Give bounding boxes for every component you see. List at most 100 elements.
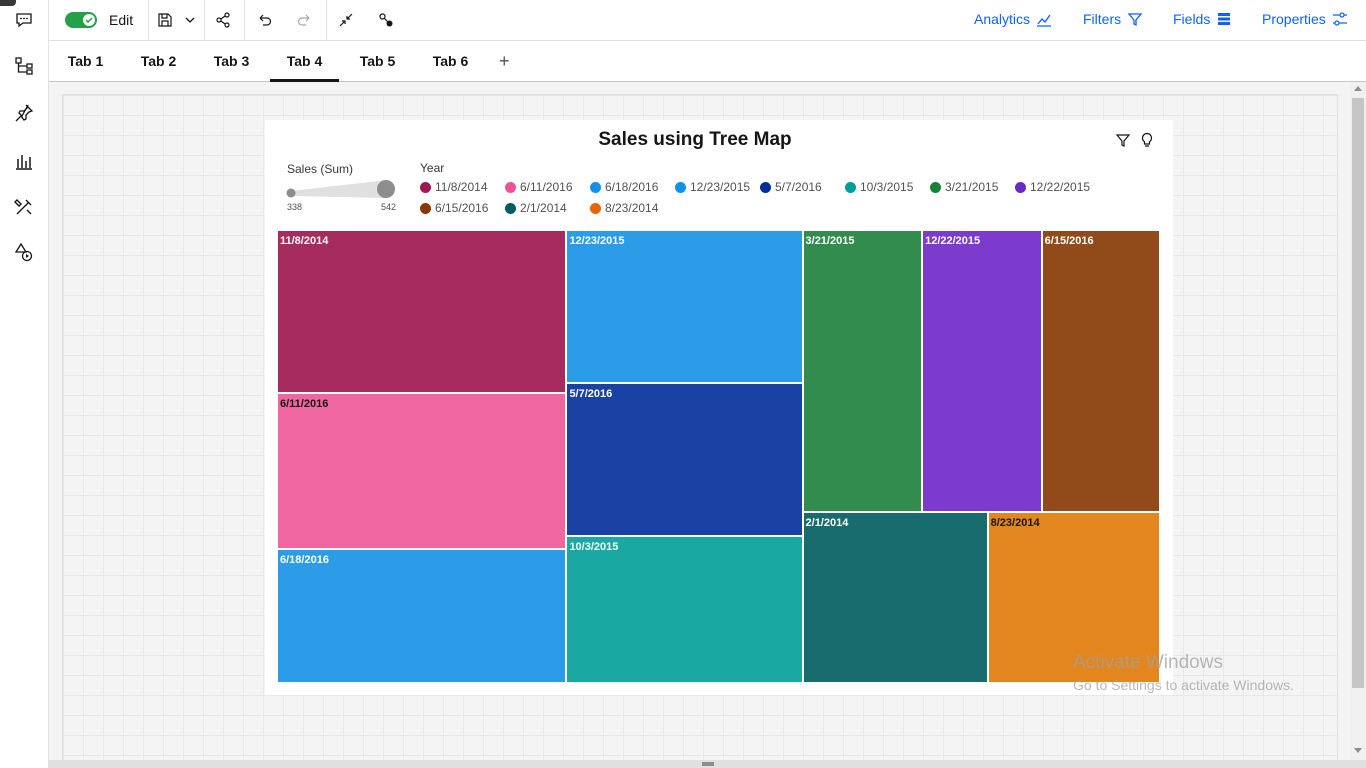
fields-link[interactable]: Fields (1173, 11, 1232, 27)
fields-icon (1218, 13, 1231, 25)
legend-item[interactable]: 11/8/2014 (420, 180, 488, 194)
filter-icon[interactable] (1115, 132, 1131, 148)
treemap-tile[interactable]: 6/18/2016 (277, 549, 567, 683)
legend-swatch (420, 202, 431, 214)
chevron-down-icon[interactable] (179, 0, 201, 40)
shapes-play-icon[interactable] (12, 240, 36, 264)
legend-label: 8/23/2014 (605, 201, 659, 215)
filters-label: Filters (1083, 11, 1122, 27)
undo-icon[interactable] (252, 0, 278, 40)
legend-swatch (1015, 181, 1026, 193)
bar-chart-icon[interactable] (12, 149, 36, 173)
top-toolbar: Edit Analytics Filters Fields Properties (49, 0, 1366, 41)
treemap-tile-label: 6/18/2016 (280, 554, 329, 567)
legend-item[interactable]: 6/15/2016 (420, 201, 488, 215)
analytics-link[interactable]: Analytics (974, 11, 1052, 27)
treemap-tile-label: 10/3/2015 (569, 541, 619, 554)
legend-swatch (590, 181, 601, 193)
tab-5[interactable]: Tab 5 (349, 41, 406, 79)
tab-6[interactable]: Tab 6 (422, 41, 479, 79)
edit-label: Edit (109, 12, 134, 28)
treemap-tile-label: 6/15/2016 (1044, 235, 1094, 247)
size-legend-min: 338 (287, 202, 303, 212)
legend-swatch (505, 181, 516, 193)
separator (148, 0, 149, 40)
legend-swatch (845, 181, 856, 193)
legend-item[interactable]: 12/23/2015 (675, 180, 750, 194)
watermark-line-1: Activate Windows (1073, 652, 1223, 673)
bottom-panel-handle[interactable] (702, 762, 714, 766)
color-legend-title: Year (420, 161, 445, 175)
treemap-tile-label: 8/23/2014 (990, 516, 1040, 529)
add-tab-button[interactable]: + (499, 51, 510, 72)
legend-item[interactable]: 2/1/2014 (505, 201, 567, 215)
legend-item[interactable]: 3/21/2015 (930, 180, 998, 194)
filters-link[interactable]: Filters (1083, 11, 1143, 27)
size-legend-max: 542 (381, 202, 397, 212)
legend-label: 10/3/2015 (860, 180, 914, 194)
tab-3[interactable]: Tab 3 (203, 41, 260, 79)
lightbulb-icon[interactable] (1139, 132, 1155, 148)
legend-swatch (590, 202, 601, 214)
redo-icon[interactable] (291, 0, 317, 40)
connect-icon[interactable] (373, 0, 399, 40)
size-legend-title: Sales (Sum) (287, 162, 354, 176)
analytics-label: Analytics (974, 11, 1031, 27)
treemap-tile[interactable]: 6/15/2016 (1041, 230, 1160, 512)
size-legend-graphic (286, 180, 395, 198)
treemap-tile-label: 3/21/2015 (805, 235, 855, 247)
treemap-tile[interactable]: 12/23/2015 (566, 230, 803, 384)
tools-icon[interactable] (12, 195, 36, 219)
legend-item[interactable]: 5/7/2016 (760, 180, 822, 194)
treemap-tile[interactable]: 2/1/2014 (802, 511, 988, 683)
treemap-tile-label: 12/23/2015 (569, 235, 625, 247)
legend-swatch (675, 181, 686, 193)
legend-swatch (760, 181, 771, 193)
treemap-tile[interactable]: 11/8/2014 (277, 230, 567, 394)
properties-link[interactable]: Properties (1262, 11, 1348, 27)
filter-icon (1127, 13, 1143, 27)
treemap-tile-label: 2/1/2014 (805, 516, 849, 529)
treemap-tile[interactable]: 12/22/2015 (922, 230, 1042, 512)
legend-swatch (930, 181, 941, 193)
tab-1[interactable]: Tab 1 (57, 41, 114, 79)
separator (326, 0, 327, 40)
treemap-tile[interactable]: 3/21/2015 (802, 230, 923, 512)
legend-label: 6/15/2016 (435, 201, 489, 215)
fields-label: Fields (1173, 11, 1211, 27)
tab-2[interactable]: Tab 2 (130, 41, 187, 79)
treemap-tile[interactable]: 10/3/2015 (566, 536, 803, 683)
comment-icon[interactable] (12, 8, 36, 32)
treemap-widget[interactable]: Sales using Tree Map Sales (Sum) 338 542… (265, 120, 1173, 695)
treemap-tile-label: 12/22/2015 (925, 235, 981, 247)
legend-label: 6/11/2016 (520, 180, 573, 194)
check-icon (85, 17, 93, 24)
tab-4[interactable]: Tab 4 (270, 41, 339, 82)
legend-item[interactable]: 10/3/2015 (845, 180, 913, 194)
legend-item[interactable]: 12/22/2015 (1015, 180, 1090, 194)
treemap-plot: 11/8/2014 6/11/2016 6/18/2016 12/23/2015 5/7… (277, 230, 1160, 683)
separator (244, 0, 245, 40)
scroll-up-arrow[interactable] (1354, 86, 1362, 91)
legend-label: 5/7/2016 (775, 180, 822, 194)
collapse-icon[interactable] (333, 0, 359, 40)
legend-item[interactable]: 8/23/2014 (590, 201, 658, 215)
properties-icon (1332, 12, 1347, 26)
treemap-tile[interactable]: 6/11/2016 (277, 393, 567, 550)
scrollbar-thumb[interactable] (1352, 98, 1364, 688)
legend-label: 12/22/2015 (1030, 180, 1091, 194)
pin-icon[interactable] (12, 101, 36, 125)
treemap-tile-label: 11/8/2014 (280, 235, 329, 247)
hierarchy-icon[interactable] (12, 54, 36, 78)
scroll-down-arrow[interactable] (1354, 748, 1362, 753)
legend-item[interactable]: 6/18/2016 (590, 180, 658, 194)
share-icon[interactable] (210, 0, 236, 40)
legend-label: 11/8/2014 (435, 180, 488, 194)
size-legend-min-circle (286, 188, 296, 198)
legend-label: 3/21/2015 (945, 180, 999, 194)
save-icon[interactable] (153, 0, 177, 40)
treemap-tile[interactable]: 5/7/2016 (566, 383, 803, 537)
edit-toggle[interactable] (65, 12, 97, 28)
watermark-line-2: Go to Settings to activate Windows. (1073, 677, 1294, 693)
legend-item[interactable]: 6/11/2016 (505, 180, 573, 194)
